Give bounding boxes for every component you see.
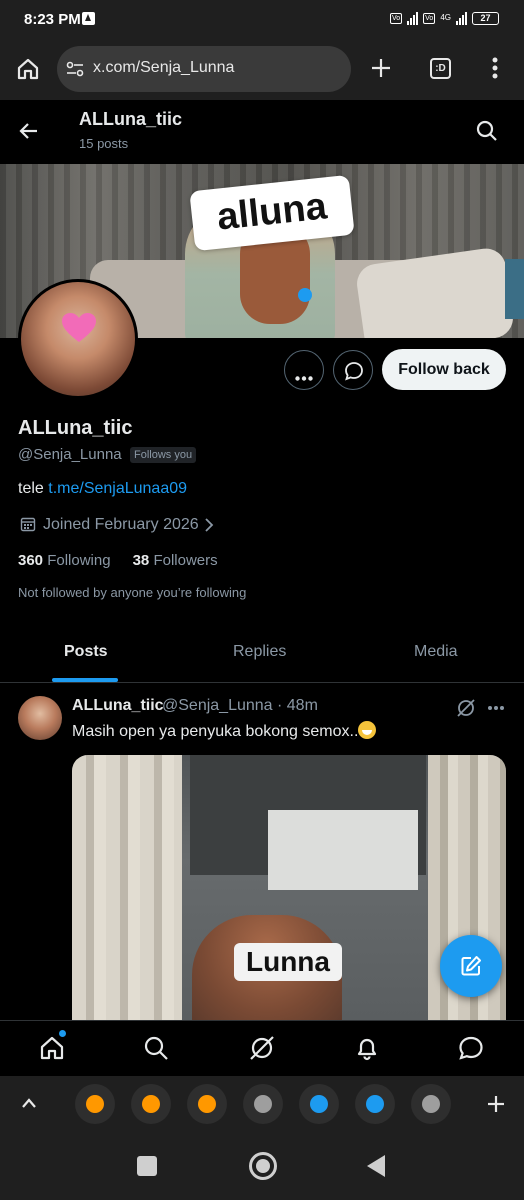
mutuals-note: Not followed by anyone you’re following: [18, 585, 247, 600]
profile-stats: 360 Following 38 Followers: [18, 552, 218, 569]
system-back-icon[interactable]: [367, 1155, 385, 1177]
chevron-right-icon[interactable]: [204, 518, 214, 532]
volte-icon: Vo: [389, 12, 403, 24]
network-type: 4G: [440, 13, 451, 22]
message-button[interactable]: [333, 350, 373, 390]
browser-toolbar: x.com/Senja_Lunna :D: [0, 40, 524, 100]
post-body: Masih open ya penyuka bokong semox..: [72, 723, 359, 740]
banner-blue-dot: [298, 288, 312, 302]
system-navigation-bar: [0, 1134, 524, 1200]
post-meta: @Senja_Lunna · 48m: [162, 697, 318, 714]
media-label: Lunna: [234, 943, 342, 981]
followers-link[interactable]: 38 Followers: [133, 552, 218, 569]
more-horiz-icon: [295, 368, 313, 386]
post-media-image[interactable]: Lunna: [72, 755, 506, 1020]
active-tab-indicator: [52, 678, 118, 682]
browser-tab[interactable]: [187, 1084, 227, 1124]
followers-label: Followers: [153, 552, 218, 569]
following-count: 360: [18, 552, 44, 569]
recents-icon[interactable]: [137, 1156, 157, 1176]
orange-circle-icon: [86, 1095, 104, 1113]
follows-you-badge: Follows you: [130, 447, 197, 463]
media-ceiling: [268, 810, 418, 890]
header-posts-count: 15 posts: [79, 136, 129, 151]
profile-name: ALLuna_tiic: [18, 417, 133, 439]
tab-media[interactable]: Media: [414, 643, 458, 661]
home-notification-dot: [59, 1030, 66, 1037]
battery-icon: 27: [472, 11, 499, 25]
browser-tab[interactable]: [299, 1084, 339, 1124]
profile-more-button[interactable]: [284, 350, 324, 390]
compose-post-button[interactable]: [440, 935, 502, 997]
site-settings-icon[interactable]: [66, 61, 84, 77]
heart-sticker-icon: [62, 313, 96, 342]
status-signals: Vo Vo 4G 27: [389, 11, 499, 25]
twitter-bird-icon: [366, 1095, 384, 1113]
profile-bio: tele t.me/SenjaLunaa09: [18, 480, 187, 498]
signal-icon: [407, 11, 419, 25]
post-author-avatar[interactable]: [18, 696, 62, 740]
bio-link[interactable]: t.me/SenjaLunaa09: [48, 480, 187, 497]
system-home-icon[interactable]: [249, 1152, 277, 1180]
twitter-bird-icon: [310, 1095, 328, 1113]
post-more-icon[interactable]: [487, 705, 505, 711]
grok-nav-icon[interactable]: [249, 1035, 275, 1061]
joined-date[interactable]: Joined February 2026: [43, 516, 199, 534]
browser-tab-strip: [0, 1076, 524, 1134]
follow-back-button[interactable]: Follow back: [382, 349, 506, 390]
tab-replies[interactable]: Replies: [233, 643, 286, 661]
grok-icon[interactable]: [456, 698, 476, 718]
signal-icon: [456, 11, 467, 25]
post-author-name[interactable]: ALLuna_tiic: [72, 697, 164, 715]
calendar-icon: [20, 517, 36, 532]
notifications-bell-icon[interactable]: [354, 1035, 380, 1061]
back-arrow-icon[interactable]: [18, 120, 40, 142]
explore-search-icon[interactable]: [143, 1035, 169, 1061]
bio-text: tele: [18, 480, 44, 497]
globe-icon: [422, 1095, 440, 1113]
orange-circle-icon: [198, 1095, 216, 1113]
grinning-face-icon: [358, 721, 377, 739]
home-icon[interactable]: [16, 57, 40, 81]
browser-tab[interactable]: [75, 1084, 115, 1124]
browser-tab[interactable]: [355, 1084, 395, 1124]
profile-top-bar: ALLuna_tiic 15 posts: [0, 100, 524, 164]
volte-icon: Vo: [423, 12, 436, 24]
status-bar: 8:23 PM Vo Vo 4G 27: [0, 0, 524, 40]
compose-icon: [461, 956, 481, 976]
tab-switcher-button[interactable]: :D: [430, 58, 451, 79]
following-link[interactable]: 360 Following: [18, 552, 111, 569]
url-text[interactable]: x.com/Senja_Lunna: [93, 59, 234, 77]
more-vert-icon[interactable]: [492, 57, 498, 79]
upload-notification-icon: [82, 12, 95, 25]
tab-posts[interactable]: Posts: [64, 643, 108, 661]
browser-tab[interactable]: [243, 1084, 283, 1124]
media-curtain-left: [72, 755, 182, 1020]
profile-avatar[interactable]: [18, 279, 138, 399]
profile-handle: @Senja_Lunna: [18, 446, 122, 463]
orange-circle-icon: [142, 1095, 160, 1113]
post-text: Masih open ya penyuka bokong semox..: [72, 721, 377, 741]
banner-object: [505, 259, 524, 319]
messages-nav-icon[interactable]: [458, 1035, 484, 1061]
add-tab-icon[interactable]: [486, 1094, 506, 1114]
url-bar[interactable]: x.com/Senja_Lunna: [57, 46, 351, 92]
status-time: 8:23 PM: [24, 11, 81, 28]
followers-count: 38: [132, 552, 150, 569]
home-nav-icon[interactable]: [39, 1035, 65, 1061]
browser-tab[interactable]: [131, 1084, 171, 1124]
bottom-navigation: [0, 1020, 524, 1076]
search-icon[interactable]: [476, 120, 498, 142]
header-profile-name: ALLuna_tiic: [79, 109, 183, 129]
profile-tabs: Posts Replies Media: [0, 625, 524, 683]
globe-icon: [254, 1095, 272, 1113]
chevron-up-icon[interactable]: [21, 1097, 37, 1109]
following-label: Following: [47, 552, 111, 569]
new-tab-icon[interactable]: [370, 57, 392, 79]
message-bubble-icon: [345, 362, 363, 381]
browser-tab[interactable]: [411, 1084, 451, 1124]
